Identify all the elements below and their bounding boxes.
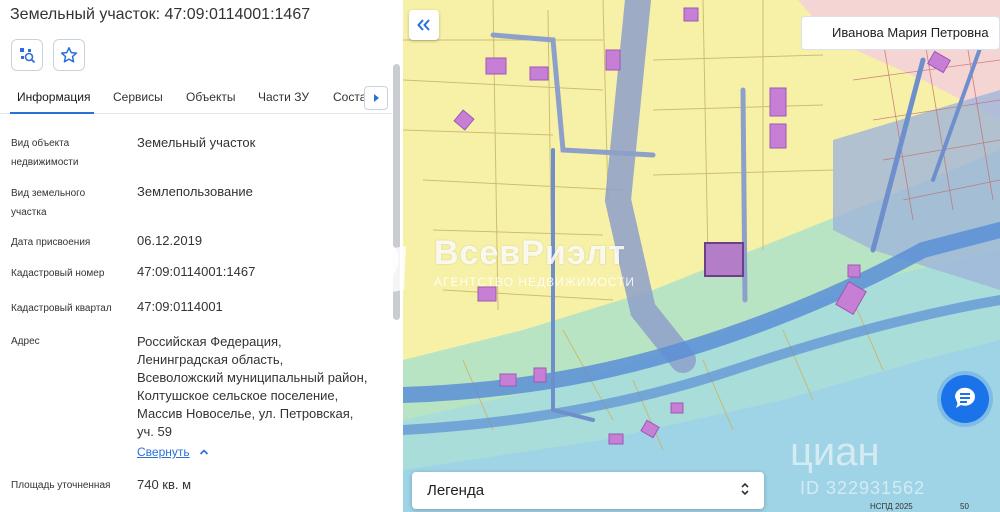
- collapse-panel-button[interactable]: [409, 10, 439, 40]
- tab-info[interactable]: Информация: [17, 90, 90, 104]
- label-object-type: Вид объекта недвижимости: [11, 138, 79, 168]
- map-scale: 50: [960, 502, 969, 511]
- tab-bar: Информация Сервисы Объекты Части ЗУ Сост…: [0, 82, 392, 114]
- label-address: Адрес: [11, 336, 40, 347]
- collapse-address-link[interactable]: Свернуть: [137, 445, 209, 459]
- panel-title: Земельный участок: 47:09:0114001:1467: [10, 6, 311, 23]
- vsevrielt-logo-watermark: [358, 224, 406, 292]
- label-cadastral-quarter: Кадастровый квартал: [11, 303, 112, 314]
- chevron-right-icon: [374, 94, 379, 102]
- value-assign-date: 06.12.2019: [137, 233, 203, 248]
- label-parcel-type: Вид земельного участка: [11, 188, 86, 218]
- locate-icon: [20, 48, 36, 64]
- favorite-button[interactable]: [53, 39, 85, 71]
- up-down-chevron-icon: [741, 482, 749, 496]
- legend-selector[interactable]: Легенда: [412, 472, 764, 509]
- star-icon: [60, 47, 78, 63]
- brand-watermark: ВсевРиэлт: [434, 234, 627, 272]
- label-assign-date: Дата присвоения: [11, 237, 91, 248]
- value-cadastral-quarter: 47:09:0114001: [137, 299, 223, 314]
- building: [485, 57, 507, 75]
- value-address: Российская Федерация, Ленинградская обла…: [137, 334, 368, 439]
- map-credit: НСПД 2025: [870, 502, 913, 511]
- user-name: Иванова Мария Петровна: [832, 25, 989, 40]
- tab-objects[interactable]: Объекты: [186, 90, 236, 104]
- info-panel: Земельный участок: 47:09:0114001:1467 Ин…: [0, 0, 403, 512]
- tab-parcel-parts[interactable]: Части ЗУ: [258, 90, 309, 104]
- tabs-scroll-right-button[interactable]: [364, 86, 388, 110]
- active-tab-indicator: [10, 112, 94, 114]
- cian-id-watermark: ID 322931562: [800, 478, 926, 498]
- selected-parcel: [704, 242, 744, 277]
- legend-label: Легенда: [427, 482, 485, 499]
- user-account-button[interactable]: Иванова Мария Петровна: [801, 16, 1000, 50]
- cian-watermark: циан: [790, 430, 880, 474]
- brand-subtitle-watermark: АГЕНТСТВО НЕДВИЖИМОСТИ: [434, 275, 636, 289]
- tab-composition[interactable]: Соста: [333, 90, 366, 104]
- chevron-up-icon: [199, 449, 209, 455]
- zoom-to-parcel-button[interactable]: [11, 39, 43, 71]
- value-parcel-type: Землепользование: [137, 184, 253, 199]
- chat-icon: [954, 387, 975, 408]
- value-cadastral-number: 47:09:0114001:1467: [137, 264, 256, 279]
- chat-button[interactable]: [941, 375, 989, 423]
- collapse-link-label: Свернуть: [137, 445, 190, 459]
- label-area: Площадь уточненная: [11, 480, 111, 491]
- value-object-type: Земельный участок: [137, 135, 256, 150]
- value-area: 740 кв. м: [137, 477, 192, 492]
- tab-services[interactable]: Сервисы: [113, 90, 163, 104]
- double-chevron-left-icon: [417, 19, 430, 31]
- label-cadastral-number: Кадастровый номер: [11, 268, 105, 279]
